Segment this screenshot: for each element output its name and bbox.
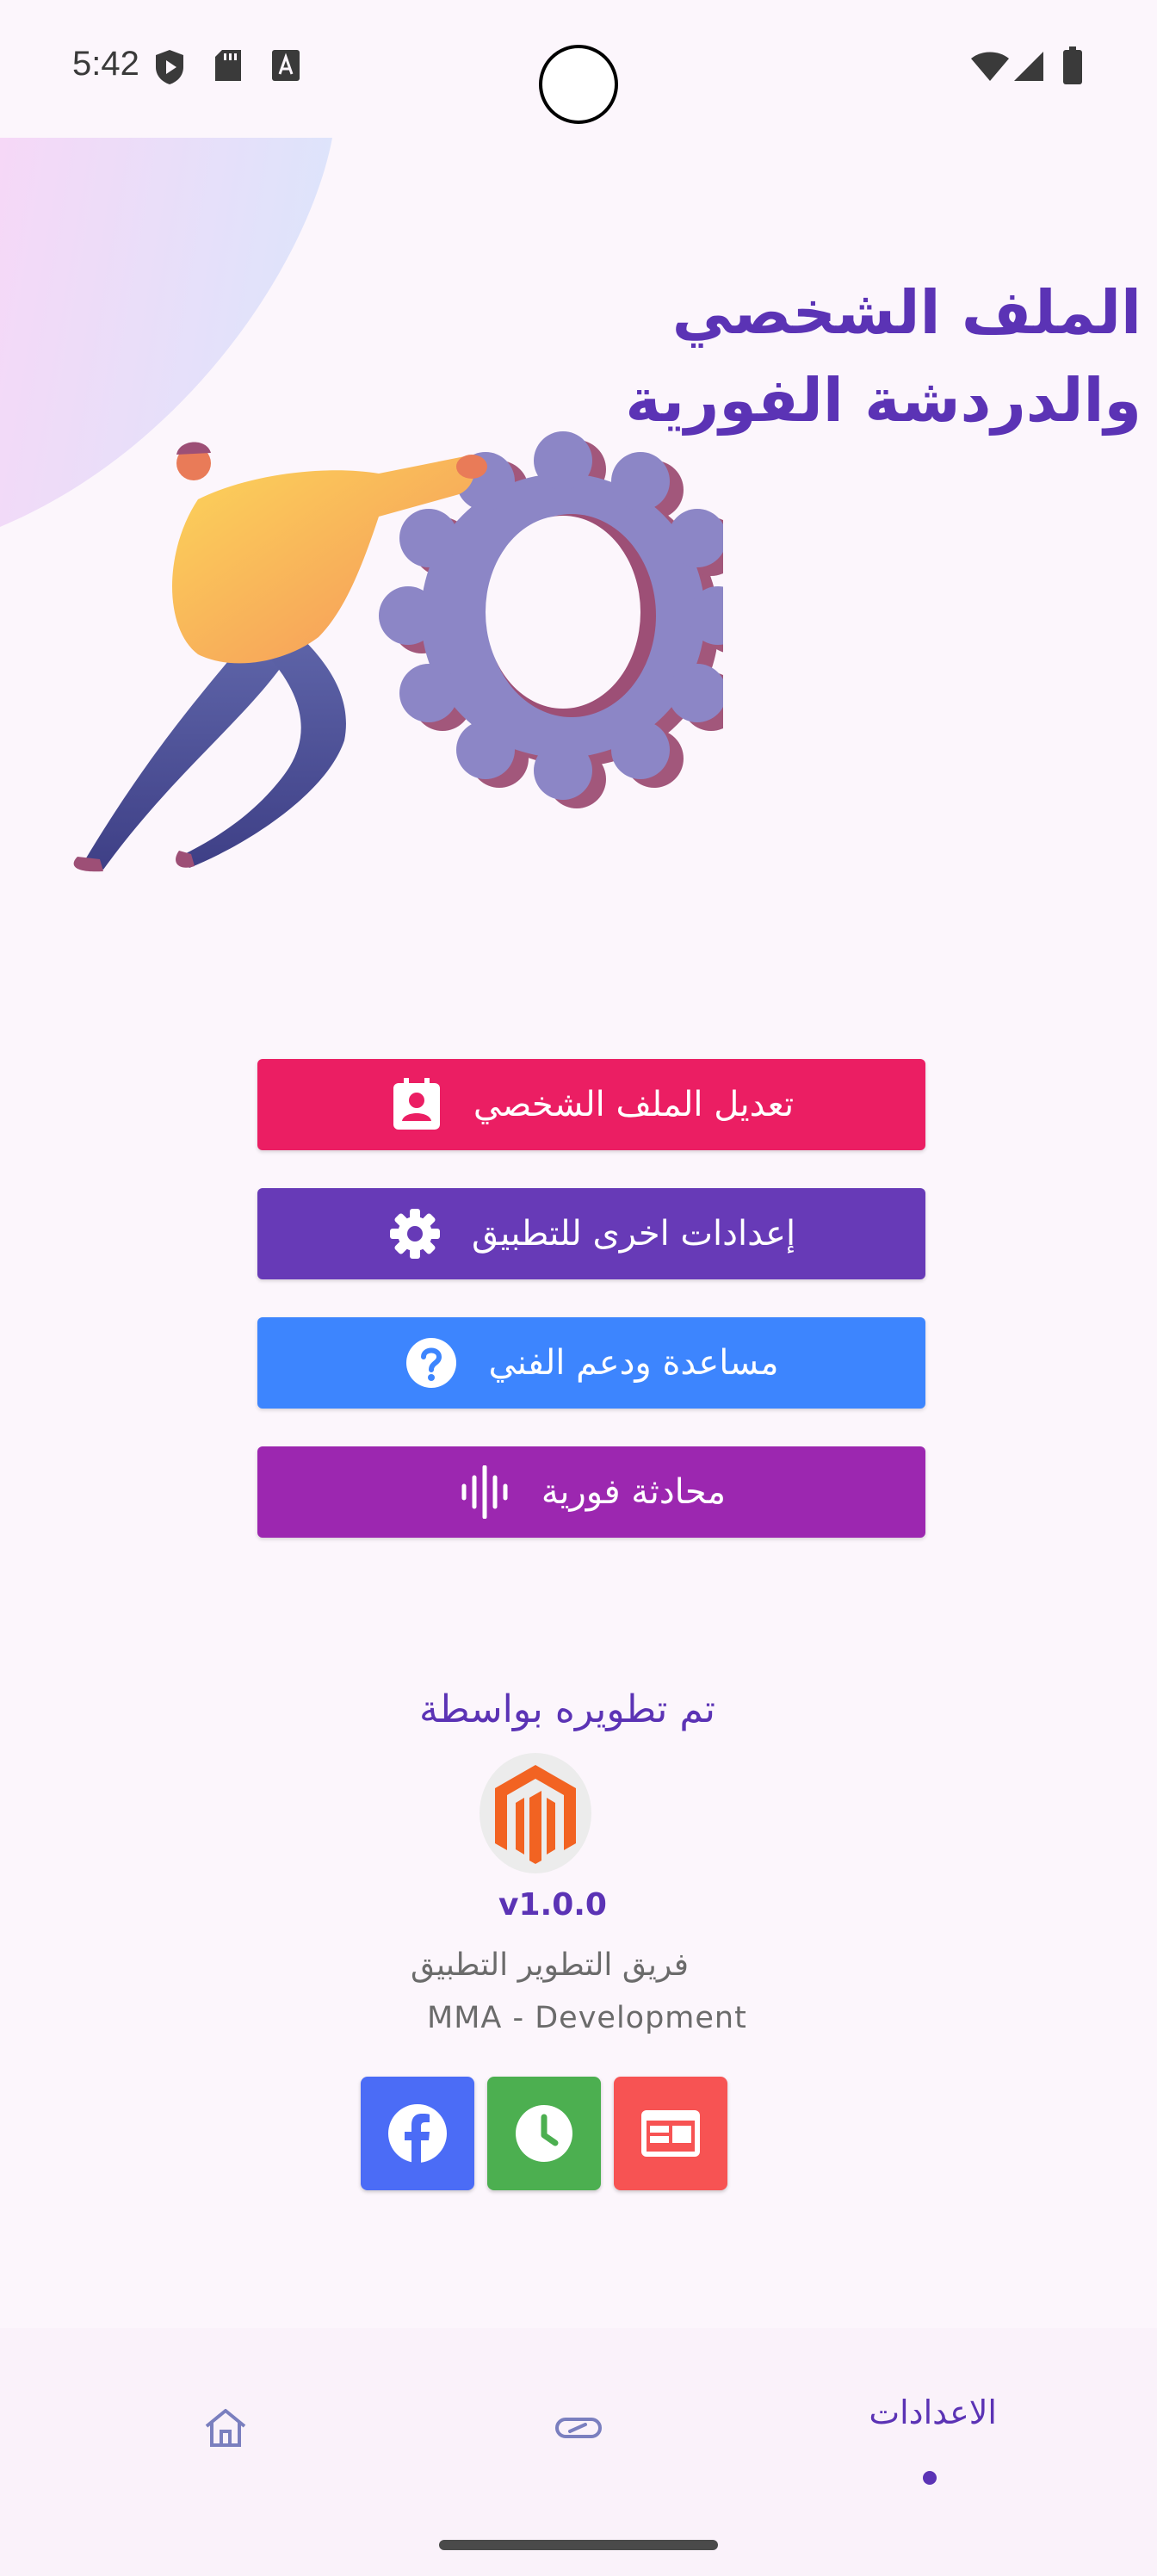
sd-card-icon <box>215 50 241 81</box>
live-chat-button[interactable]: محادثة فورية <box>257 1446 925 1538</box>
audio-wave-icon <box>457 1464 512 1520</box>
web-icon <box>641 2110 700 2157</box>
clock-icon <box>516 2105 572 2162</box>
play-protect-icon <box>156 50 183 84</box>
battery-icon <box>1063 46 1082 84</box>
wifi-icon <box>971 52 1009 81</box>
home-icon <box>205 2409 246 2447</box>
gamepad-icon <box>555 2418 602 2438</box>
developed-by-label: تم تطويره بواسطة <box>419 1687 715 1731</box>
camera-cutout <box>539 45 618 124</box>
web-button[interactable] <box>614 2077 727 2190</box>
app-version: v1.0.0 <box>498 1887 607 1923</box>
edit-profile-label: تعديل الملف الشخصي <box>473 1085 795 1124</box>
help-circle-icon <box>404 1335 459 1390</box>
developer-logo <box>480 1753 591 1873</box>
nav-settings-tab[interactable]: الاعدادات <box>869 2393 997 2431</box>
magento-logo-icon <box>495 1765 576 1864</box>
app-settings-button[interactable]: إعدادات اخرى للتطبيق <box>257 1188 925 1279</box>
nav-home[interactable] <box>184 2393 267 2462</box>
team-name: فريق التطوير التطبيق <box>411 1947 689 1983</box>
clock-button[interactable] <box>487 2077 601 2190</box>
text-a-icon <box>272 50 300 81</box>
status-bar: 5:42 <box>0 0 1157 138</box>
gear-icon <box>387 1206 442 1261</box>
facebook-icon <box>388 2104 447 2163</box>
signal-icon <box>1014 52 1043 81</box>
company-name: MMA - Development <box>427 2001 747 2035</box>
status-time: 5:42 <box>72 45 139 83</box>
nav-games[interactable] <box>537 2393 620 2462</box>
help-support-label: مساعدة ودعم الفني <box>488 1343 779 1383</box>
contact-card-icon <box>389 1077 444 1132</box>
live-chat-label: محادثة فورية <box>541 1472 727 1512</box>
gear-person-illustration <box>73 431 723 872</box>
edit-profile-button[interactable]: تعديل الملف الشخصي <box>257 1059 925 1150</box>
settings-screen: 5:42 الملف الشخصي والدردشة الفورية تعديل… <box>0 0 1157 2576</box>
page-title-line1: الملف الشخصي <box>671 277 1142 348</box>
help-support-button[interactable]: مساعدة ودعم الفني <box>257 1317 925 1409</box>
active-tab-indicator <box>923 2471 937 2485</box>
gesture-home-bar[interactable] <box>439 2540 718 2550</box>
facebook-button[interactable] <box>361 2077 474 2190</box>
app-settings-label: إعدادات اخرى للتطبيق <box>471 1214 796 1254</box>
